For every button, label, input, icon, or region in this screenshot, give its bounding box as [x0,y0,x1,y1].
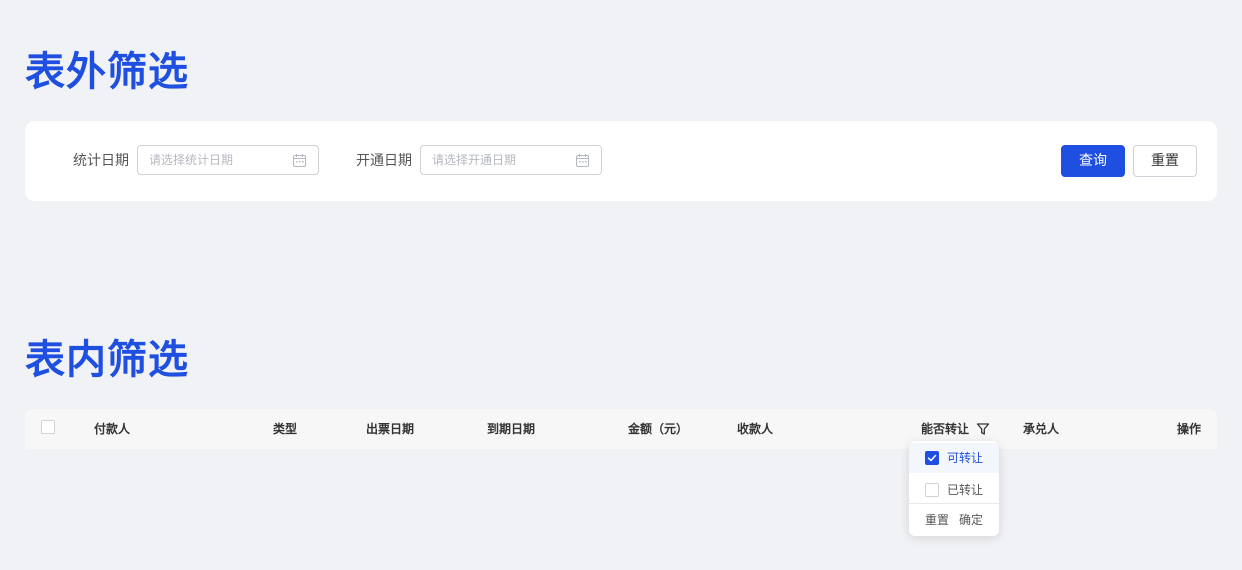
stat-date-label: 统计日期 [73,153,129,169]
column-header-issue-date: 出票日期 [366,422,415,436]
option-checkbox[interactable] [925,483,939,497]
transfer-filter-dropdown: 可转让 已转让 重置 确定 [909,441,999,536]
option-label: 已转让 [947,483,984,497]
open-date-input[interactable] [432,146,572,174]
reset-button[interactable]: 重置 [1133,145,1197,177]
outer-filter-title: 表外筛选 [25,49,189,95]
filter-option-transferred[interactable]: 已转让 [909,475,999,505]
query-button[interactable]: 查询 [1061,145,1125,177]
stat-date-picker[interactable] [137,145,319,175]
open-date-label: 开通日期 [356,153,412,169]
filter-option-transferable[interactable]: 可转让 [909,443,999,473]
column-header-type: 类型 [273,422,298,436]
select-all-checkbox[interactable] [41,420,55,434]
filter-icon[interactable] [976,422,990,436]
calendar-icon [293,154,306,167]
check-icon [927,454,937,462]
column-header-due-date: 到期日期 [487,422,536,436]
option-checkbox-checked[interactable] [925,451,939,465]
stat-date-input[interactable] [149,146,289,174]
column-header-payee: 收款人 [737,422,774,436]
open-date-picker[interactable] [420,145,602,175]
filter-card: 统计日期 开通日期 查询 重置 [25,121,1217,201]
column-header-payer: 付款人 [94,422,131,436]
inner-filter-title: 表内筛选 [25,337,189,383]
table-header: 付款人 类型 出票日期 到期日期 金额（元） 收款人 能否转让 承兑人 操作 [25,409,1217,449]
option-label: 可转让 [947,451,984,465]
column-header-acceptor: 承兑人 [1023,422,1060,436]
filter-confirm-link[interactable]: 确定 [959,504,983,536]
filter-reset-link[interactable]: 重置 [925,504,949,536]
column-header-amount: 金额（元） [628,422,689,436]
column-header-actions: 操作 [1177,422,1202,436]
calendar-icon [576,154,589,167]
dropdown-divider [909,503,999,504]
